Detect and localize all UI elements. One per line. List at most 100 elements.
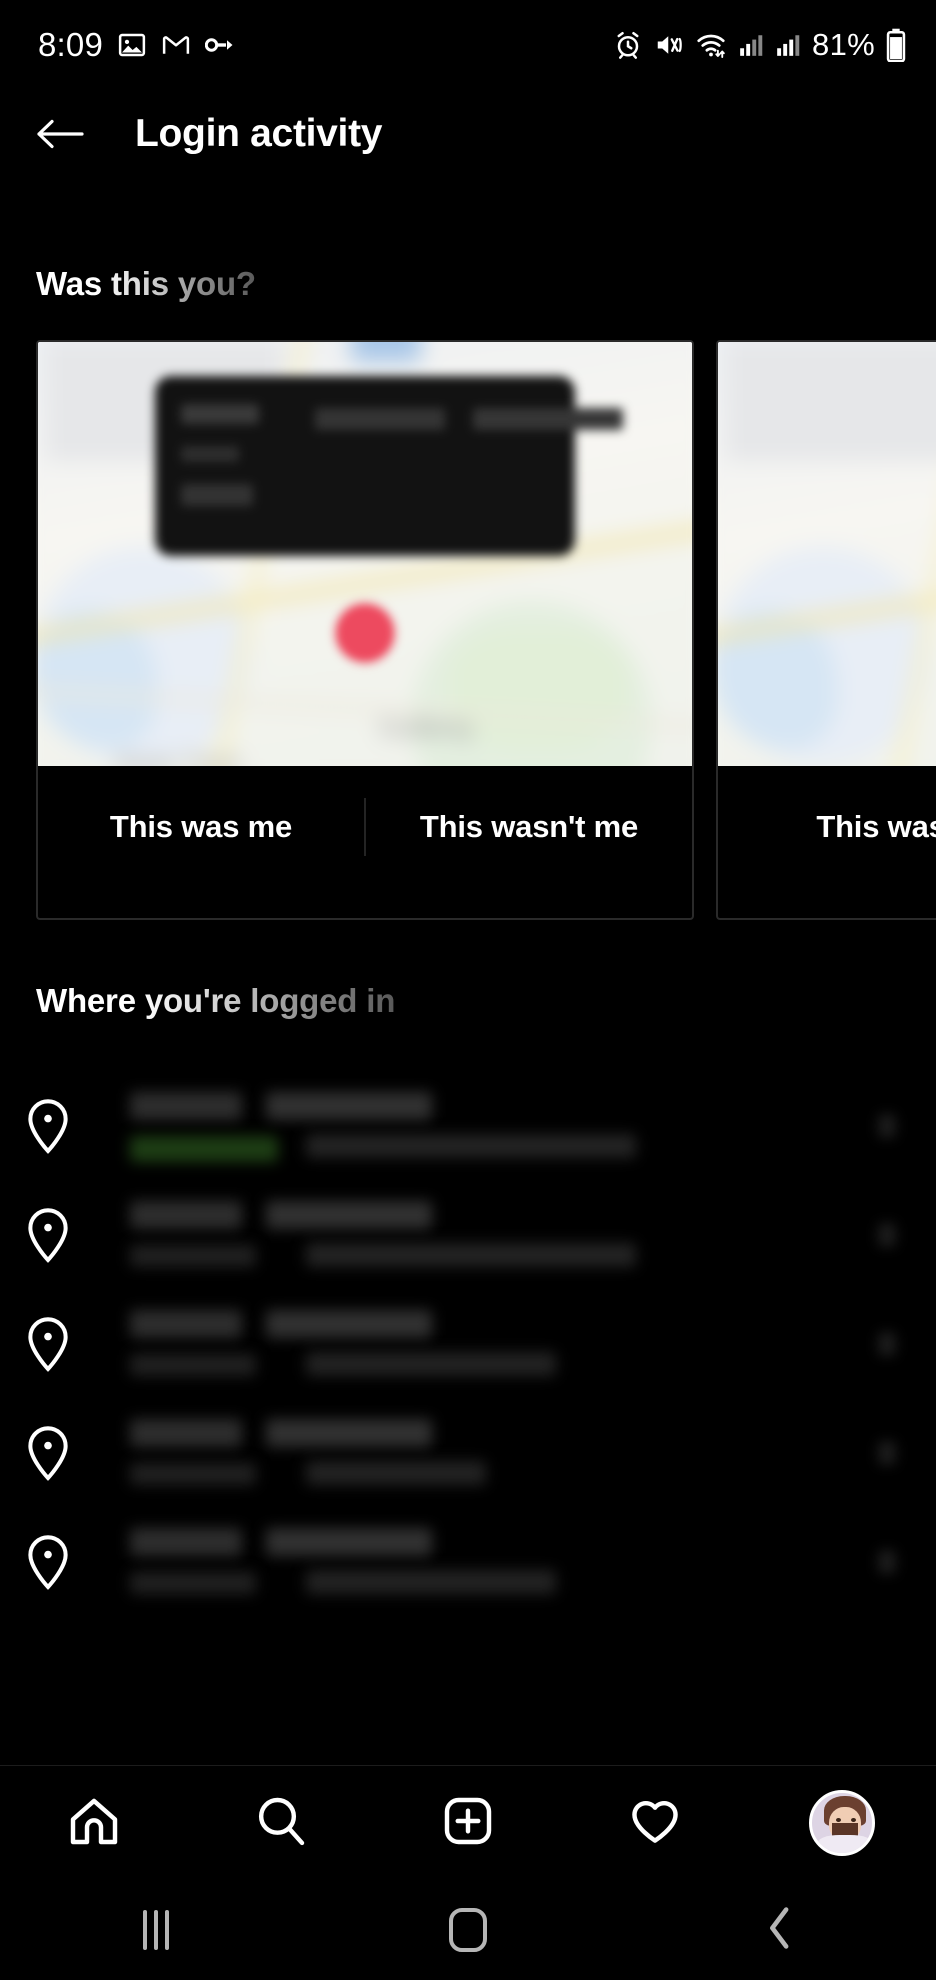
page-title: Login activity [135, 112, 383, 155]
device-city-label [130, 1419, 242, 1447]
location-pin-icon [0, 1425, 96, 1483]
device-city-label [130, 1092, 242, 1120]
list-item[interactable] [0, 1290, 936, 1399]
map-label: Gulberg [378, 711, 472, 742]
this-was-me-button[interactable]: This was [718, 798, 936, 856]
login-cards-carousel[interactable]: Gulberg Awan Town This was me This wasn'… [0, 340, 936, 920]
nav-activity-button[interactable] [600, 1775, 710, 1871]
list-item[interactable] [0, 1181, 936, 1290]
this-was-me-button[interactable]: This was me [38, 798, 364, 856]
signal-2-icon [775, 32, 801, 58]
login-card[interactable]: Gulberg Awan Town This was me This wasn'… [36, 340, 694, 920]
callout-text-line [315, 408, 445, 430]
map-pin-icon [337, 604, 393, 661]
device-name-label [130, 1463, 256, 1485]
callout-text-line [181, 446, 239, 462]
status-bar-left: 8:09 [38, 26, 235, 64]
device-status-active-label [130, 1136, 278, 1162]
device-name-label [130, 1572, 256, 1594]
location-detail-callout [155, 376, 623, 556]
back-button-icon [763, 1905, 797, 1956]
callout-text-line [181, 404, 259, 424]
list-item[interactable] [0, 1072, 936, 1181]
device-region-label [266, 1201, 432, 1229]
more-options-icon[interactable] [878, 1441, 896, 1465]
search-icon [253, 1793, 309, 1854]
alarm-icon [613, 30, 643, 60]
bottom-navigation-bar [0, 1765, 936, 1880]
device-region-label [266, 1092, 432, 1120]
location-pin-icon [0, 1534, 96, 1592]
back-button[interactable] [720, 1895, 840, 1965]
map-label: Awan Town [115, 748, 243, 766]
list-item-body [96, 1072, 936, 1181]
list-item-body [96, 1399, 936, 1508]
device-meta-label [306, 1461, 486, 1485]
android-system-nav [0, 1880, 936, 1980]
home-button[interactable] [408, 1895, 528, 1965]
key-icon [204, 34, 235, 56]
app-header: Login activity [0, 90, 936, 178]
avatar-shirt [818, 1835, 873, 1853]
where-logged-in-heading: Where you're logged in [36, 982, 396, 1019]
battery-icon [886, 28, 906, 63]
location-pin-icon [0, 1098, 96, 1156]
this-wasnt-me-button[interactable]: This wasn't me [366, 798, 692, 856]
login-card[interactable]: This was [716, 340, 936, 920]
more-options-icon[interactable] [878, 1223, 896, 1247]
device-city-label [130, 1201, 242, 1229]
login-location-map[interactable]: Gulberg Awan Town [38, 342, 692, 766]
location-pin-icon [0, 1316, 96, 1374]
device-name-label [130, 1354, 256, 1376]
device-meta-label [306, 1243, 636, 1267]
map-park [448, 628, 629, 749]
list-item-body [96, 1508, 936, 1617]
nav-search-button[interactable] [226, 1775, 336, 1871]
status-bar-right: 81% [613, 27, 906, 63]
map-area-block [725, 342, 936, 462]
phone-screen: 8:09 81% Login activity Was this you? Gu… [0, 0, 936, 1980]
more-options-icon[interactable] [878, 1550, 896, 1574]
create-post-icon [440, 1793, 496, 1854]
login-location-map[interactable] [718, 342, 936, 766]
login-card-actions: This was me This wasn't me [38, 766, 692, 918]
more-options-icon[interactable] [878, 1332, 896, 1356]
recents-button[interactable] [96, 1895, 216, 1965]
nav-create-button[interactable] [413, 1775, 523, 1871]
device-name-label [130, 1245, 256, 1267]
home-button-icon [449, 1908, 487, 1952]
location-pin-icon [0, 1207, 96, 1265]
status-bar-clock: 8:09 [38, 26, 104, 63]
logged-in-device-list [0, 1072, 936, 1617]
heart-icon [627, 1793, 683, 1854]
gmail-icon [161, 30, 191, 60]
list-item[interactable] [0, 1399, 936, 1508]
recents-icon [143, 1910, 169, 1950]
nav-profile-button[interactable] [787, 1775, 897, 1871]
nav-home-button[interactable] [39, 1775, 149, 1871]
more-options-icon[interactable] [878, 1114, 896, 1138]
device-meta-label [306, 1570, 556, 1594]
device-city-label [130, 1528, 242, 1556]
battery-percent-label: 81% [812, 27, 875, 62]
device-region-label [266, 1419, 432, 1447]
callout-text-line [181, 484, 253, 506]
home-icon [66, 1793, 122, 1854]
mute-vibrate-icon [654, 30, 684, 60]
image-icon [117, 30, 147, 60]
login-card-actions: This was [718, 766, 936, 918]
was-this-you-heading: Was this you? [36, 265, 256, 302]
wifi-icon [695, 30, 727, 60]
device-region-label [266, 1310, 432, 1338]
map-highlight [351, 342, 422, 362]
list-item-body [96, 1181, 936, 1290]
map-image [718, 342, 936, 766]
device-meta-label [306, 1134, 636, 1158]
list-item[interactable] [0, 1508, 936, 1617]
profile-avatar [809, 1790, 876, 1856]
list-item-body [96, 1290, 936, 1399]
callout-text-line [473, 408, 623, 430]
status-bar: 8:09 81% [0, 0, 936, 90]
signal-1-icon [738, 32, 764, 58]
back-arrow-icon[interactable] [18, 92, 102, 176]
